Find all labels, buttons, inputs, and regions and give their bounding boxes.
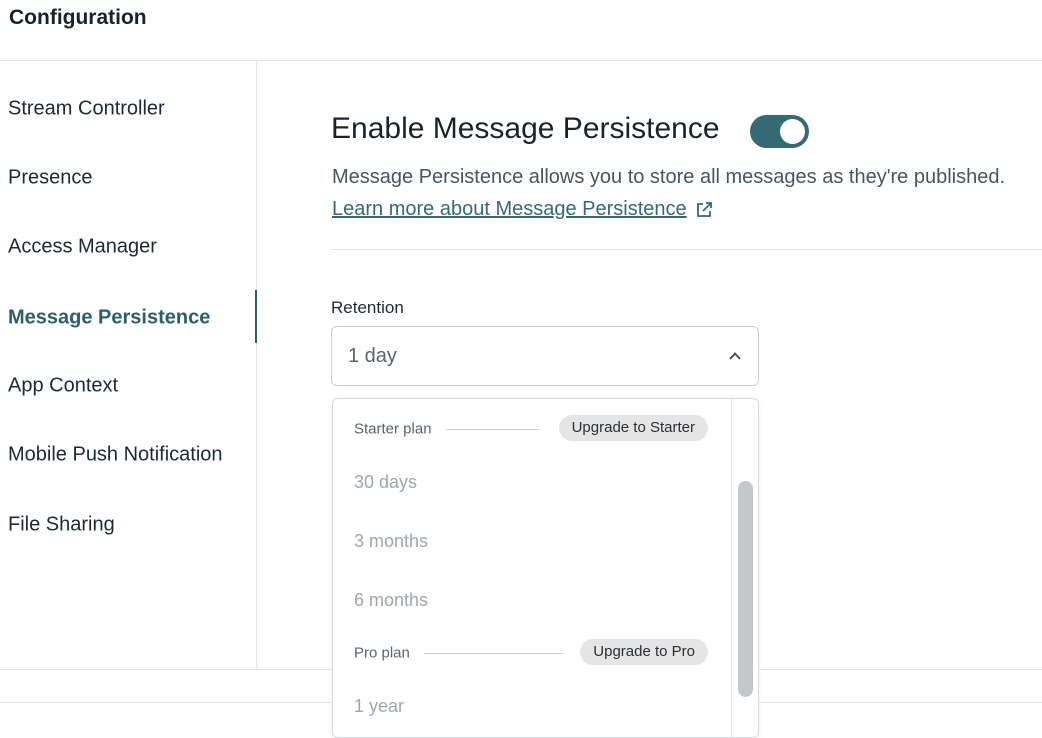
retention-option: 6 months	[354, 590, 429, 610]
retention-select[interactable]: 1 day	[331, 326, 759, 386]
learn-more-link[interactable]: Learn more about Message Persistence	[332, 198, 713, 221]
pro-plan-group: Pro plan Upgrade to Pro	[354, 639, 708, 667]
retention-option: 30 days	[354, 472, 418, 492]
chevron-up-icon	[729, 352, 741, 360]
sidebar-item-label: App Context	[8, 374, 119, 397]
scrollbar-thumb[interactable]	[738, 481, 753, 697]
learn-more-link-label: Learn more about Message Persistence	[332, 198, 687, 220]
upgrade-to-starter-button[interactable]: Upgrade to Starter	[558, 415, 708, 441]
group-divider	[424, 653, 564, 654]
section-divider	[331, 249, 1042, 250]
persistence-toggle[interactable]	[750, 115, 809, 148]
page-header: Configuration	[0, 0, 1042, 61]
sidebar-item-file-sharing[interactable]: File Sharing	[0, 497, 256, 553]
sidebar: Stream Controller Presence Access Manage…	[0, 61, 257, 669]
sidebar-item-label: Access Manager	[8, 235, 157, 258]
sidebar-item-label: Mobile Push Notification	[8, 443, 223, 466]
scrollbar-track	[731, 399, 732, 737]
group-label: Pro plan	[354, 644, 410, 662]
sidebar-item-label: File Sharing	[8, 513, 115, 536]
sidebar-item-presence[interactable]: Presence	[0, 150, 256, 206]
retention-option: 1 year	[354, 696, 405, 716]
sidebar-item-label: Presence	[8, 166, 93, 189]
retention-option: 3 months	[354, 531, 429, 551]
retention-label: Retention	[331, 298, 404, 317]
page-title: Configuration	[9, 6, 147, 29]
group-label: Starter plan	[354, 420, 432, 438]
section-title: Enable Message Persistence	[331, 112, 720, 145]
sidebar-item-label: Stream Controller	[8, 97, 165, 120]
sidebar-item-message-persistence[interactable]: Message Persistence	[0, 290, 257, 346]
retention-select-value: 1 day	[348, 345, 397, 367]
group-divider	[446, 429, 540, 430]
sidebar-item-mobile-push-notification[interactable]: Mobile Push Notification	[0, 427, 256, 483]
upgrade-to-pro-button[interactable]: Upgrade to Pro	[580, 639, 708, 665]
retention-dropdown: Starter plan Upgrade to Starter 30 days …	[332, 398, 759, 738]
external-link-icon	[696, 201, 712, 217]
section-description: Message Persistence allows you to store …	[332, 166, 1006, 188]
sidebar-item-app-context[interactable]: App Context	[0, 358, 256, 414]
starter-plan-group: Starter plan Upgrade to Starter	[354, 415, 708, 443]
sidebar-item-stream-controller[interactable]: Stream Controller	[0, 81, 256, 137]
sidebar-item-access-manager[interactable]: Access Manager	[0, 219, 256, 275]
toggle-knob	[780, 119, 805, 144]
sidebar-item-label: Message Persistence	[8, 306, 211, 329]
